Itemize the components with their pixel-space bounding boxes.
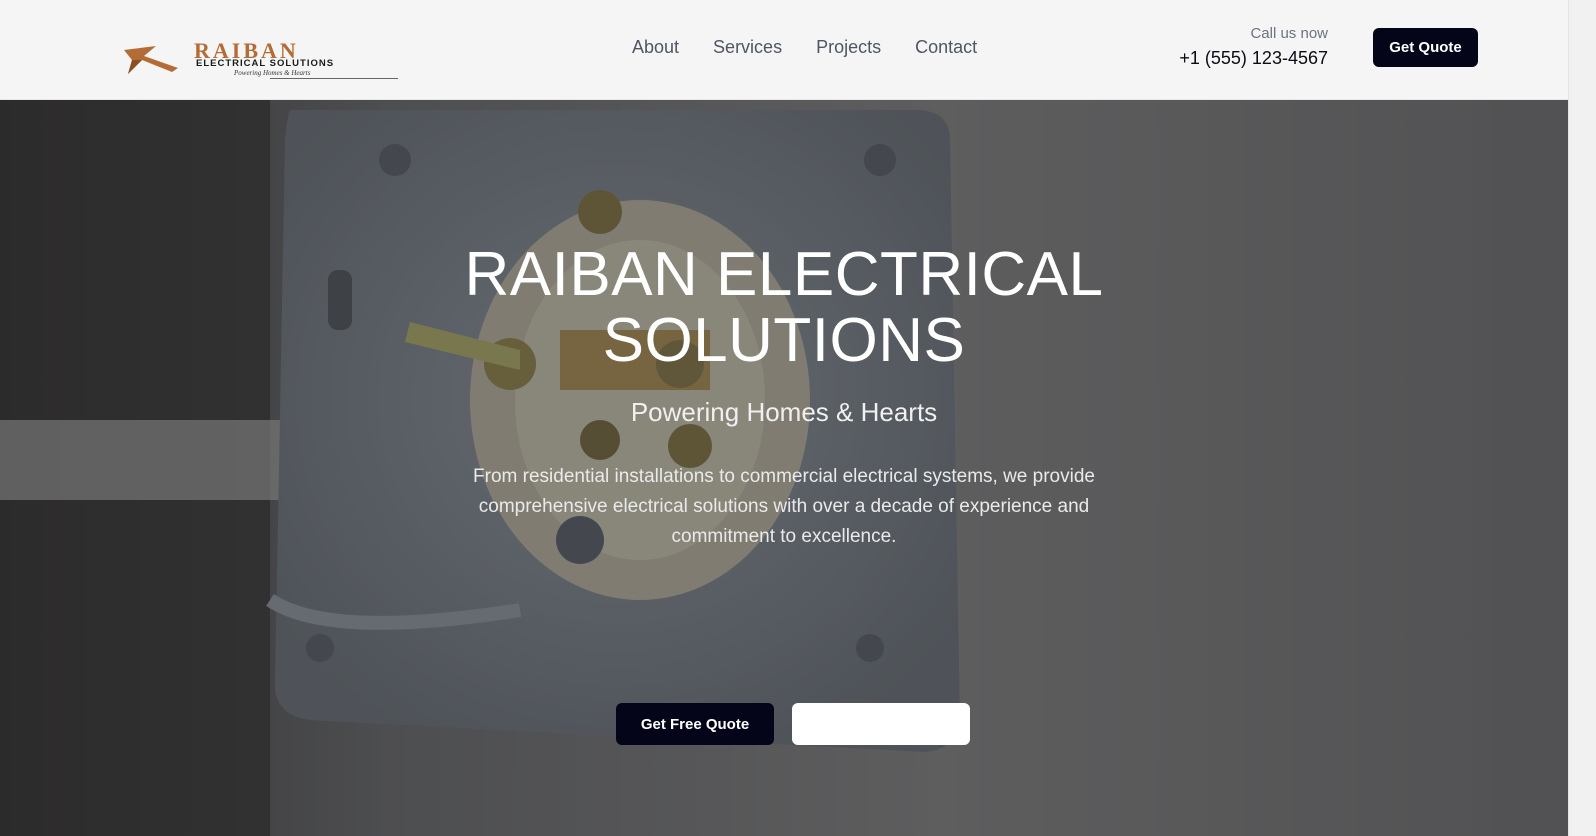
scrollbar[interactable]: [1568, 0, 1596, 836]
nav-link-projects[interactable]: Projects: [816, 35, 881, 59]
hero-title: RAIBAN ELECTRICAL SOLUTIONS: [464, 240, 1104, 375]
hero-description: From residential installations to commer…: [473, 466, 1095, 547]
scrollbar-thumb[interactable]: [1575, 0, 1590, 836]
hero-subtitle: Powering Homes & Hearts: [630, 397, 938, 427]
call-label: Call us now: [1250, 25, 1328, 42]
phone-number[interactable]: +1 (555) 123-4567: [1179, 47, 1328, 69]
hero-section: RAIBAN ELECTRICAL SOLUTIONS Powering Hom…: [0, 100, 1568, 836]
logo-underline: [270, 78, 398, 79]
secondary-button[interactable]: [792, 703, 970, 745]
logo-mark-icon: [124, 46, 178, 74]
logo-tagline: Powering Homes & Hearts: [234, 69, 311, 77]
get-free-quote-button[interactable]: Get Free Quote: [616, 703, 774, 745]
site-header: RAIBAN ELECTRICAL SOLUTIONS Powering Hom…: [0, 0, 1568, 100]
nav-link-contact[interactable]: Contact: [915, 35, 977, 59]
hero-content: RAIBAN ELECTRICAL SOLUTIONS Powering Hom…: [0, 100, 1568, 836]
logo-subtitle: ELECTRICAL SOLUTIONS: [196, 58, 335, 69]
logo[interactable]: RAIBAN ELECTRICAL SOLUTIONS Powering Hom…: [122, 40, 402, 86]
nav-link-about[interactable]: About: [632, 35, 679, 59]
page: RAIBAN ELECTRICAL SOLUTIONS Powering Hom…: [0, 0, 1596, 836]
get-quote-button[interactable]: Get Quote: [1373, 28, 1478, 67]
nav-link-services[interactable]: Services: [713, 35, 782, 59]
main-nav: About Services Projects Contact: [632, 35, 977, 59]
